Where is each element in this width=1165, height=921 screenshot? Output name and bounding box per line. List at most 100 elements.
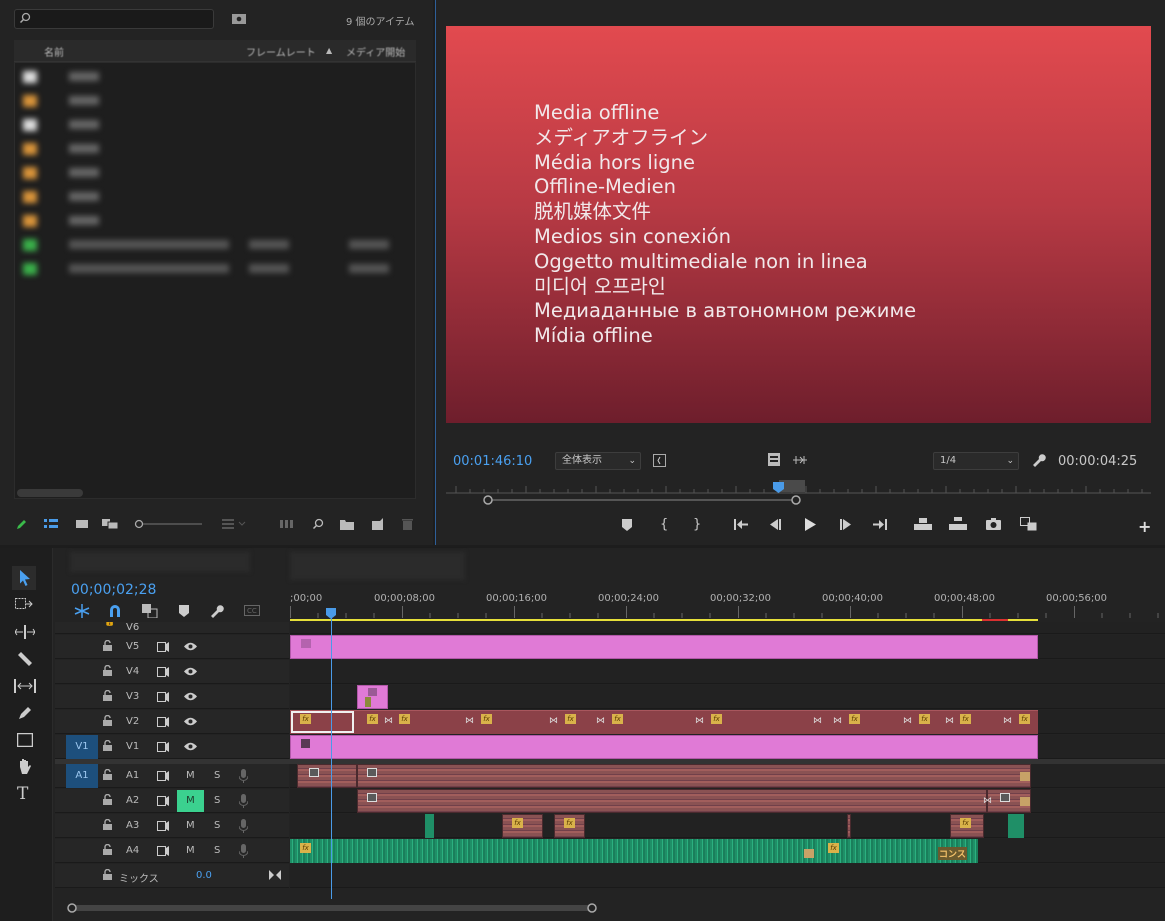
fit-dropdown[interactable]: 全体表示 ⌄: [555, 452, 641, 470]
track-header-v6[interactable]: 🔓 V6: [55, 622, 289, 634]
transition-marker[interactable]: ⋈: [695, 716, 704, 726]
list-item[interactable]: [19, 113, 409, 137]
hand-tool-icon[interactable]: [17, 758, 33, 775]
list-item[interactable]: [19, 257, 409, 281]
eye-icon[interactable]: [184, 642, 197, 651]
list-item[interactable]: [19, 185, 409, 209]
sync-lock-icon[interactable]: [157, 796, 170, 806]
resolution-dropdown[interactable]: 1/4 ⌄: [933, 452, 1019, 470]
lock-icon[interactable]: [103, 715, 112, 726]
eye-icon[interactable]: [184, 667, 197, 676]
monitor-time-ruler[interactable]: [446, 480, 1151, 494]
pencil-icon[interactable]: [16, 518, 28, 530]
lock-icon[interactable]: [103, 794, 112, 805]
mix-track-header[interactable]: ミックス 0.0: [55, 864, 289, 888]
sync-lock-icon[interactable]: [157, 692, 170, 702]
sync-lock-icon[interactable]: [157, 742, 170, 752]
timeline-settings-icon[interactable]: [210, 604, 224, 618]
track-lane-a2[interactable]: ⋈: [290, 789, 1165, 813]
mute-button[interactable]: M: [186, 770, 195, 781]
audio-clip[interactable]: [290, 839, 818, 863]
track-lane-a4[interactable]: fx fx コンス: [290, 839, 1165, 863]
add-button-icon[interactable]: +: [1138, 517, 1151, 536]
mark-in-icon[interactable]: {: [660, 517, 668, 532]
trash-icon[interactable]: [402, 518, 413, 530]
monitor-zoom-scrollbar[interactable]: [483, 494, 801, 506]
transition-marker[interactable]: ⋈: [813, 716, 822, 726]
track-select-tool-icon[interactable]: [15, 598, 33, 612]
solo-button[interactable]: S: [214, 770, 220, 781]
track-header-a1[interactable]: A1 A1 M S: [55, 764, 289, 788]
lock-icon[interactable]: 🔓: [104, 622, 115, 627]
lock-icon[interactable]: [103, 869, 112, 880]
solo-button[interactable]: S: [214, 795, 220, 806]
new-item-icon[interactable]: [372, 518, 384, 530]
video-clip[interactable]: [290, 735, 1038, 759]
lock-icon[interactable]: [103, 819, 112, 830]
transition-marker[interactable]: ⋈: [465, 716, 474, 726]
horizontal-scrollbar[interactable]: [17, 489, 83, 497]
transition-marker[interactable]: ⋈: [945, 716, 954, 726]
timeline-tab[interactable]: [70, 552, 250, 572]
transition-marker[interactable]: ⋈: [983, 796, 992, 806]
razor-tool-icon[interactable]: [17, 651, 33, 667]
mix-value[interactable]: 0.0: [196, 870, 212, 881]
ripple-edit-tool-icon[interactable]: [15, 625, 35, 639]
add-marker-icon[interactable]: [622, 519, 632, 531]
lock-icon[interactable]: [103, 740, 112, 751]
transition-marker[interactable]: ⋈: [596, 716, 605, 726]
mark-out-icon[interactable]: }: [693, 517, 701, 532]
sort-icon[interactable]: [222, 519, 246, 529]
lock-icon[interactable]: [103, 640, 112, 651]
export-frame-icon[interactable]: [986, 518, 1001, 530]
track-lane-v2[interactable]: fx fx fx fx fx fx fx fx fx fx fx ⋈ ⋈ ⋈ ⋈…: [290, 710, 1165, 734]
lift-icon[interactable]: [914, 517, 932, 531]
microphone-icon[interactable]: [239, 819, 248, 833]
safe-margins-icon[interactable]: [768, 453, 780, 466]
list-item[interactable]: [19, 233, 409, 257]
type-tool-icon[interactable]: T: [17, 784, 28, 804]
play-icon[interactable]: [805, 518, 816, 531]
transition-marker[interactable]: ⋈: [549, 716, 558, 726]
eye-icon[interactable]: [184, 717, 197, 726]
add-marker-icon[interactable]: [179, 605, 189, 617]
captions-icon[interactable]: CC: [244, 605, 260, 616]
wrench-icon[interactable]: [1032, 453, 1046, 467]
search-input[interactable]: [14, 9, 214, 29]
list-view-icon[interactable]: [44, 519, 58, 529]
track-lane-v6[interactable]: [290, 622, 1165, 634]
pen-tool-icon[interactable]: [17, 705, 33, 721]
transition-marker[interactable]: ⋈: [1003, 716, 1012, 726]
mix-track-lane[interactable]: [290, 864, 1165, 888]
new-search-bin-icon[interactable]: [232, 13, 246, 24]
list-item[interactable]: [19, 209, 409, 233]
list-item[interactable]: [19, 137, 409, 161]
video-clip[interactable]: [290, 635, 1038, 659]
rectangle-tool-icon[interactable]: [17, 733, 33, 747]
step-back-icon[interactable]: [769, 519, 781, 530]
go-to-in-icon[interactable]: [734, 519, 748, 530]
track-header-v3[interactable]: V3: [55, 685, 289, 709]
go-to-end-icon[interactable]: [269, 870, 281, 880]
brackets-icon[interactable]: [653, 454, 666, 467]
freeform-view-icon[interactable]: [102, 519, 118, 529]
lock-icon[interactable]: [103, 665, 112, 676]
track-header-a3[interactable]: A3 M S: [55, 814, 289, 838]
sort-up-icon[interactable]: ▲: [326, 46, 332, 55]
source-patch-v1[interactable]: V1: [66, 735, 98, 759]
find-icon[interactable]: [312, 518, 324, 530]
audio-clip[interactable]: [847, 814, 851, 838]
lock-icon[interactable]: [103, 844, 112, 855]
eye-icon[interactable]: [184, 692, 197, 701]
comparison-view-icon[interactable]: [1020, 517, 1037, 531]
timeline-zoom-scrollbar[interactable]: [66, 901, 598, 915]
track-lane-v3[interactable]: [290, 685, 1165, 709]
snap-icon[interactable]: [108, 604, 122, 618]
track-header-a4[interactable]: A4 M S: [55, 839, 289, 863]
microphone-icon[interactable]: [239, 844, 248, 858]
list-item[interactable]: [19, 89, 409, 113]
selection-tool-icon[interactable]: [12, 566, 36, 590]
transition-marker[interactable]: ⋈: [833, 716, 842, 726]
track-lane-a3[interactable]: fx fx fx: [290, 814, 1165, 838]
mute-button-active[interactable]: M: [177, 790, 204, 812]
